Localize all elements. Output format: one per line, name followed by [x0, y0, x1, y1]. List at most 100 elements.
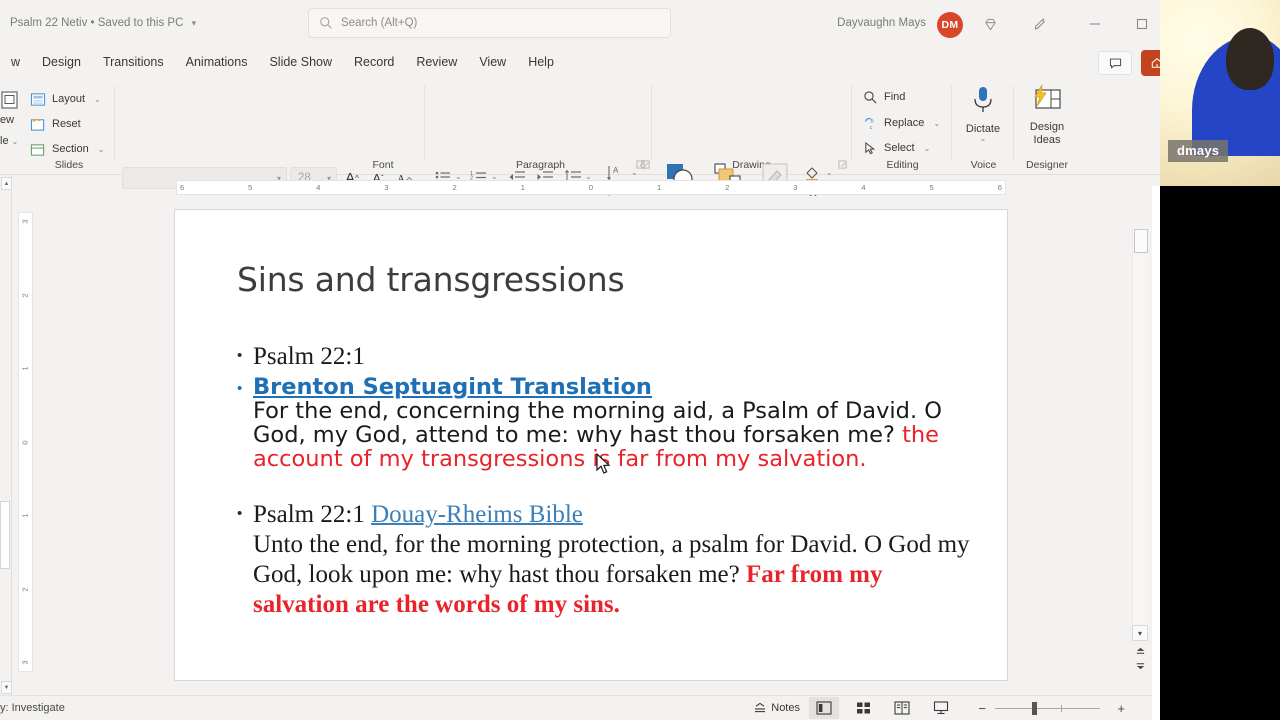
diamond-icon[interactable] [976, 11, 1004, 37]
zoom-slider-thumb[interactable] [1032, 701, 1037, 715]
powerpoint-window: Psalm 22 Netiv • Saved to this PC ▾ Sear… [0, 0, 1280, 720]
zoom-slider-track[interactable] [995, 707, 1100, 709]
zoom-in-button[interactable]: + [1117, 701, 1125, 716]
find-button[interactable]: Find [863, 86, 905, 108]
new-slide-button[interactable] [0, 90, 22, 117]
scrollbar-thumb[interactable] [1134, 229, 1148, 253]
webcam-overlay[interactable]: dmays [1160, 0, 1280, 186]
psalm-reference-2: Psalm 22:1 [253, 501, 372, 528]
normal-view-button[interactable] [809, 697, 839, 719]
previous-slide-button[interactable] [1132, 642, 1148, 658]
section-button[interactable]: Section ⌄ [30, 138, 104, 160]
reset-icon [30, 118, 45, 131]
avatar[interactable]: DM [937, 12, 963, 38]
ribbon-group-drawing: Drawing [655, 78, 848, 175]
reset-button[interactable]: Reset [30, 113, 81, 135]
tab-record[interactable]: Record [343, 47, 405, 78]
group-divider [951, 86, 952, 160]
slide-title[interactable]: Sins and transgressions [237, 260, 625, 299]
slide-thumbnail-1[interactable] [0, 501, 10, 569]
tab-view[interactable]: View [468, 47, 517, 78]
comments-button[interactable] [1098, 51, 1132, 75]
brenton-body-text: For the end, concerning the morning aid,… [253, 398, 942, 448]
chevron-down-icon[interactable]: ⌄ [826, 168, 833, 177]
ruler-tick: 0 [20, 439, 30, 445]
design-ideas-button[interactable]: Design Ideas [1022, 84, 1072, 147]
notes-button[interactable]: Notes [753, 702, 800, 715]
vertical-ruler: 3 2 1 0 1 2 3 [18, 212, 33, 672]
restore-button[interactable] [1128, 11, 1156, 37]
tab-review[interactable]: Review [405, 47, 468, 78]
bullet-line-douay: • Psalm 22:1 Douay-Rheims Bible Unto the… [237, 500, 977, 620]
replace-icon: b c [865, 117, 874, 131]
ribbon-tab-bar: w Design Transitions Animations Slide Sh… [0, 47, 1280, 78]
zoom-out-button[interactable]: − [978, 701, 986, 716]
document-title-caret-icon[interactable]: ▾ [192, 18, 197, 28]
group-divider [851, 86, 852, 160]
ribbon-group-new-slide: ew le ⌄ [0, 78, 22, 175]
slide-show-button[interactable] [926, 697, 956, 719]
minimize-button[interactable] [1081, 11, 1109, 37]
tab-transitions[interactable]: Transitions [92, 47, 175, 78]
chevron-down-icon[interactable]: ⌄ [933, 119, 940, 128]
horizontal-ruler: 6 5 4 3 2 1 0 1 2 3 4 5 6 [176, 180, 1006, 195]
reading-view-button[interactable] [887, 697, 917, 719]
select-button[interactable]: Select ⌄ [863, 137, 930, 159]
ruler-tick: 4 [316, 183, 321, 192]
ribbon-group-designer: Design Ideas Designer [1016, 78, 1078, 175]
tab-design[interactable]: Design [31, 47, 92, 78]
slide-editing-surface[interactable]: Sins and transgressions • Psalm 22:1 • B… [175, 210, 1007, 680]
group-divider [651, 86, 652, 160]
thumbnail-scroll-up-button[interactable]: ▲ [1, 177, 12, 190]
dictate-button[interactable]: Dictate ⌄ [958, 84, 1008, 143]
slide-canvas-area: Sins and transgressions • Psalm 22:1 • B… [36, 196, 1136, 695]
tab-slide-show[interactable]: Slide Show [258, 47, 343, 78]
title-bar: Psalm 22 Netiv • Saved to this PC ▾ Sear… [0, 0, 1280, 47]
accessibility-status[interactable]: y: Investigate [0, 702, 65, 714]
tab-help[interactable]: Help [517, 47, 565, 78]
slide-body-block-2[interactable]: • Psalm 22:1 Douay-Rheims Bible Unto the… [237, 500, 977, 620]
drawing-dialog-launcher[interactable] [838, 160, 847, 169]
search-box[interactable]: Search (Alt+Q) [308, 8, 671, 38]
psalm-reference-1: Psalm 22:1 [253, 343, 365, 370]
video-black-area [1160, 186, 1280, 720]
ruler-tick: 3 [20, 660, 30, 665]
prev-slide-icon [1136, 647, 1144, 654]
ruler-tick: 3 [384, 183, 389, 192]
layout-button[interactable]: Layout ⌄ [30, 88, 101, 110]
chevron-down-icon[interactable]: ⌄ [924, 144, 931, 153]
paragraph-dialog-launcher[interactable] [641, 160, 650, 169]
search-input-placeholder: Search (Alt+Q) [341, 17, 418, 29]
webcam-participant-label: dmays [1168, 140, 1229, 162]
new-slide-label: ew [0, 114, 15, 126]
next-slide-button[interactable] [1132, 658, 1148, 674]
chevron-down-icon[interactable]: ⌄ [631, 168, 638, 177]
design-ideas-icon [1034, 84, 1061, 109]
replace-button[interactable]: b c Replace ⌄ [863, 112, 940, 134]
scroll-down-button[interactable]: ▾ [1132, 625, 1148, 641]
webcam-person-head [1226, 28, 1274, 90]
bullet-glyph: • [237, 505, 243, 522]
ruler-tick: 3 [20, 219, 30, 224]
ruler-tick: 5 [929, 183, 934, 192]
overlay-gap [1152, 186, 1160, 720]
tab-draw[interactable]: w [0, 47, 31, 78]
vertical-scrollbar[interactable] [1132, 228, 1148, 632]
group-divider [424, 86, 425, 160]
reuse-slides-label[interactable]: le ⌄ [0, 135, 18, 147]
ruler-tick: 2 [452, 183, 457, 192]
slide-sorter-view-button[interactable] [848, 697, 878, 719]
thumbnail-scroll-down-button[interactable]: ▼ [1, 681, 12, 694]
user-name-label: Dayvaughn Mays [837, 17, 926, 29]
replace-label: Replace [884, 117, 925, 129]
zoom-slider-midpoint [1061, 704, 1062, 712]
slide-body-block-1[interactable]: • Psalm 22:1 • Brenton Septuagint Transl… [237, 342, 977, 471]
tab-animations[interactable]: Animations [175, 47, 259, 78]
brenton-septuagint-link[interactable]: Brenton Septuagint Translation [253, 374, 652, 400]
douay-rheims-link[interactable]: Douay-Rheims Bible [371, 501, 583, 528]
document-title[interactable]: Psalm 22 Netiv • Saved to this PC ▾ [10, 17, 196, 29]
pen-icon[interactable] [1025, 11, 1053, 37]
chevron-down-icon: ⌄ [11, 137, 19, 146]
ribbon-group-slides: Layout ⌄ Reset Section ⌄ Slides [24, 78, 114, 175]
chevron-down-icon[interactable]: ⌄ [958, 135, 1008, 143]
